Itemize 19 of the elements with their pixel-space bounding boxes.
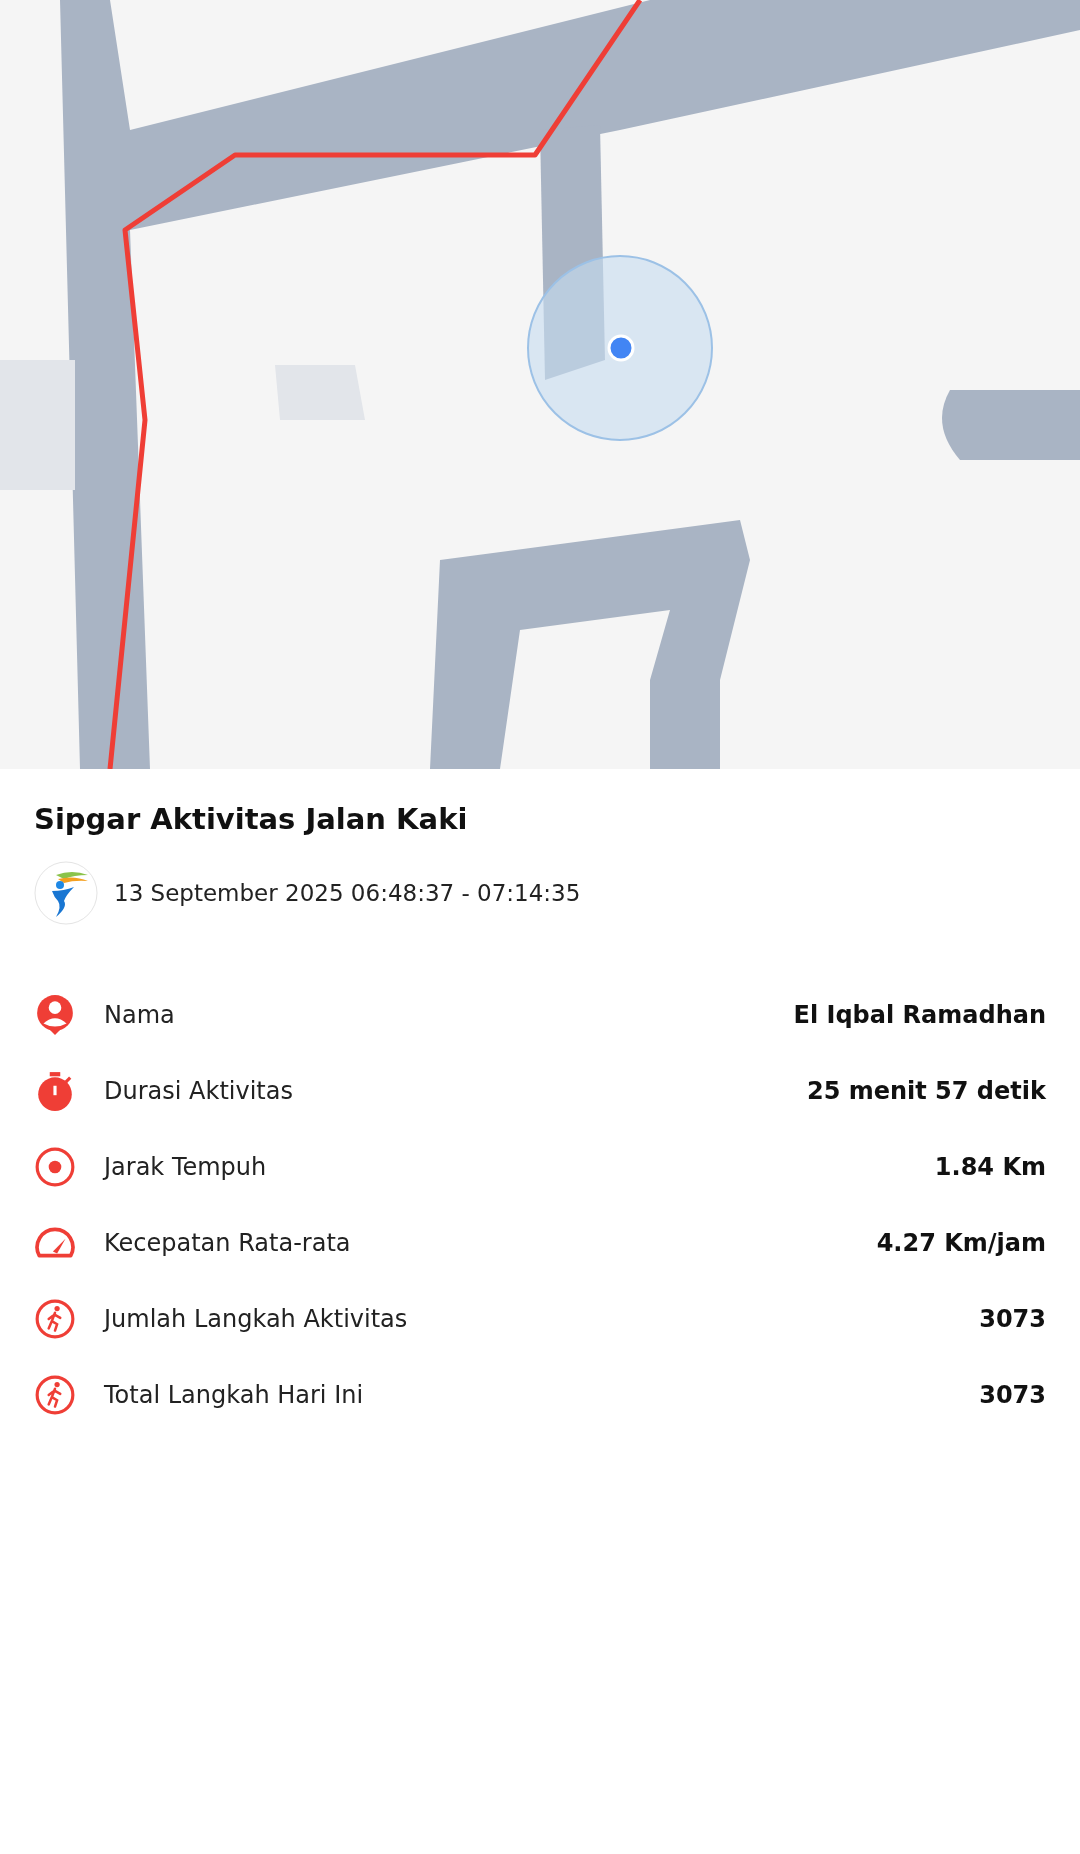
- target-icon: [34, 1146, 76, 1188]
- stat-value: 25 menit 57 detik: [806, 1077, 1046, 1105]
- walking-person-icon: [34, 1374, 76, 1416]
- person-icon: [34, 994, 76, 1036]
- stat-label: Kecepatan Rata-rata: [104, 1229, 352, 1257]
- stat-label: Jarak Tempuh: [104, 1153, 268, 1181]
- walking-person-icon: [34, 1298, 76, 1340]
- stat-value: 3073: [979, 1381, 1046, 1409]
- stat-label: Durasi Aktivitas: [104, 1077, 294, 1105]
- stat-value: 3073: [979, 1305, 1046, 1333]
- runner-logo-icon: [34, 861, 98, 925]
- activity-datetime: 13 September 2025 06:48:37 - 07:14:35: [114, 880, 581, 906]
- stat-label: Total Langkah Hari Ini: [104, 1381, 365, 1409]
- stat-label: Nama: [104, 1001, 176, 1029]
- stat-value: 4.27 Km/jam: [876, 1229, 1046, 1257]
- stat-value: 1.84 Km: [934, 1153, 1046, 1181]
- activity-title: Sipgar Aktivitas Jalan Kaki: [34, 801, 469, 838]
- stat-label: Jumlah Langkah Aktivitas: [104, 1305, 409, 1333]
- stat-value: El Iqbal Ramadhan: [793, 1001, 1046, 1029]
